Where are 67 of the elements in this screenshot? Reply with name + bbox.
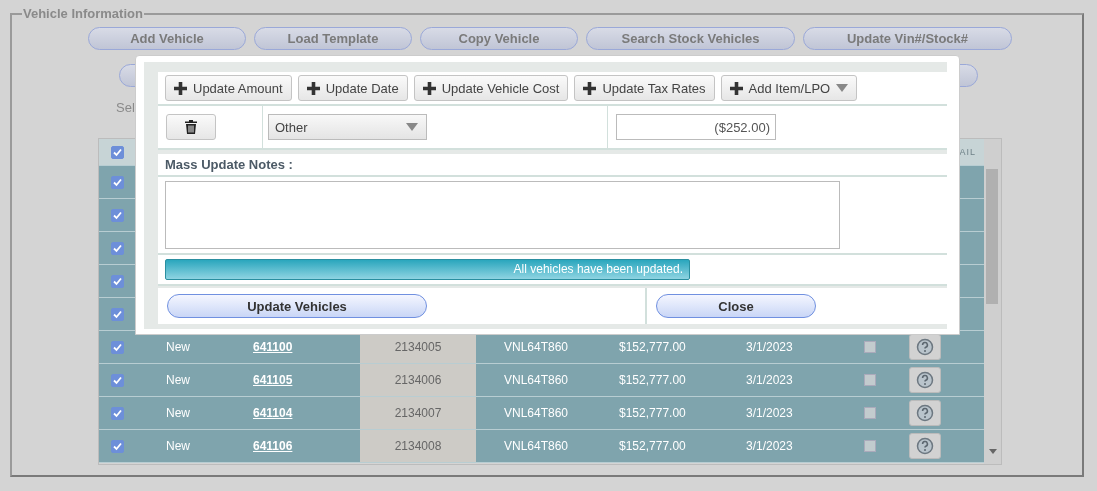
toolbar-button[interactable]: Add Item/LPO bbox=[720, 75, 858, 101]
plus-icon bbox=[174, 81, 187, 95]
model-cell: VNL64T860 bbox=[504, 373, 569, 387]
row-flag-checkbox[interactable] bbox=[864, 341, 876, 353]
help-icon bbox=[916, 371, 934, 389]
status-text: New bbox=[166, 340, 190, 354]
column-header: AIL bbox=[959, 147, 976, 157]
help-button[interactable] bbox=[909, 400, 941, 426]
update-vehicles-button[interactable]: Update Vehicles bbox=[167, 294, 427, 318]
toolbar-button[interactable]: Update Tax Rates bbox=[574, 75, 715, 101]
amount-field[interactable]: ($252.00) bbox=[616, 114, 776, 140]
plus-icon bbox=[422, 81, 436, 95]
help-button[interactable] bbox=[909, 433, 941, 459]
date-cell: 3/1/2023 bbox=[746, 340, 793, 354]
date-cell: 3/1/2023 bbox=[746, 373, 793, 387]
price-cell: $152,777.00 bbox=[619, 406, 686, 420]
row-flag-checkbox[interactable] bbox=[864, 440, 876, 452]
row-checkbox[interactable] bbox=[111, 307, 124, 321]
price-cell: $152,777.00 bbox=[619, 340, 686, 354]
row-checkbox[interactable] bbox=[111, 373, 124, 387]
toolbar-button[interactable]: Update Amount bbox=[165, 75, 292, 101]
price-cell: $152,777.00 bbox=[619, 373, 686, 387]
help-button[interactable] bbox=[909, 367, 941, 393]
model-cell: VNL64T860 bbox=[504, 439, 569, 453]
plus-icon bbox=[583, 81, 597, 95]
toolbar-button[interactable]: Update Date bbox=[297, 75, 408, 101]
model-cell: VNL64T860 bbox=[504, 340, 569, 354]
scrollbar[interactable] bbox=[984, 139, 1001, 464]
table-cell: 2134006 bbox=[394, 373, 442, 387]
trash-icon bbox=[185, 120, 197, 134]
plus-icon bbox=[729, 81, 743, 95]
status-text: New bbox=[166, 373, 190, 387]
price-cell: $152,777.00 bbox=[619, 439, 686, 453]
help-icon bbox=[916, 338, 934, 356]
delete-button[interactable] bbox=[166, 114, 216, 140]
section-title: Vehicle Information bbox=[22, 6, 144, 21]
table-cell: 2134007 bbox=[394, 406, 442, 420]
date-cell: 3/1/2023 bbox=[746, 439, 793, 453]
status-banner: All vehicles have been updated. bbox=[165, 259, 690, 280]
status-text: New bbox=[166, 439, 190, 453]
help-icon bbox=[916, 437, 934, 455]
notes-field[interactable] bbox=[165, 181, 840, 249]
help-icon bbox=[916, 404, 934, 422]
table-cell: 2134008 bbox=[394, 439, 442, 453]
row-checkbox[interactable] bbox=[111, 340, 124, 354]
row-checkbox[interactable] bbox=[111, 241, 124, 255]
row-checkbox[interactable] bbox=[111, 274, 124, 288]
toolbar-button[interactable]: Update Vehicle Cost bbox=[413, 75, 569, 101]
date-cell: 3/1/2023 bbox=[746, 406, 793, 420]
caret-icon bbox=[836, 84, 849, 92]
row-checkbox[interactable] bbox=[111, 406, 124, 420]
row-checkbox[interactable] bbox=[111, 439, 124, 453]
close-button[interactable]: Close bbox=[656, 294, 816, 318]
selection-label: Sel bbox=[116, 100, 135, 115]
table-cell: 2134005 bbox=[394, 340, 442, 354]
row-flag-checkbox[interactable] bbox=[864, 374, 876, 386]
row-checkbox[interactable] bbox=[111, 175, 124, 189]
notes-label: Mass Update Notes : bbox=[165, 157, 293, 172]
row-flag-checkbox[interactable] bbox=[864, 407, 876, 419]
select-all-checkbox[interactable] bbox=[111, 145, 124, 159]
row-checkbox[interactable] bbox=[111, 208, 124, 222]
help-button[interactable] bbox=[909, 334, 941, 360]
model-cell: VNL64T860 bbox=[504, 406, 569, 420]
plus-icon bbox=[306, 81, 320, 95]
status-text: New bbox=[166, 406, 190, 420]
item-type-select[interactable]: Other bbox=[268, 114, 427, 140]
caret-icon bbox=[406, 123, 418, 131]
